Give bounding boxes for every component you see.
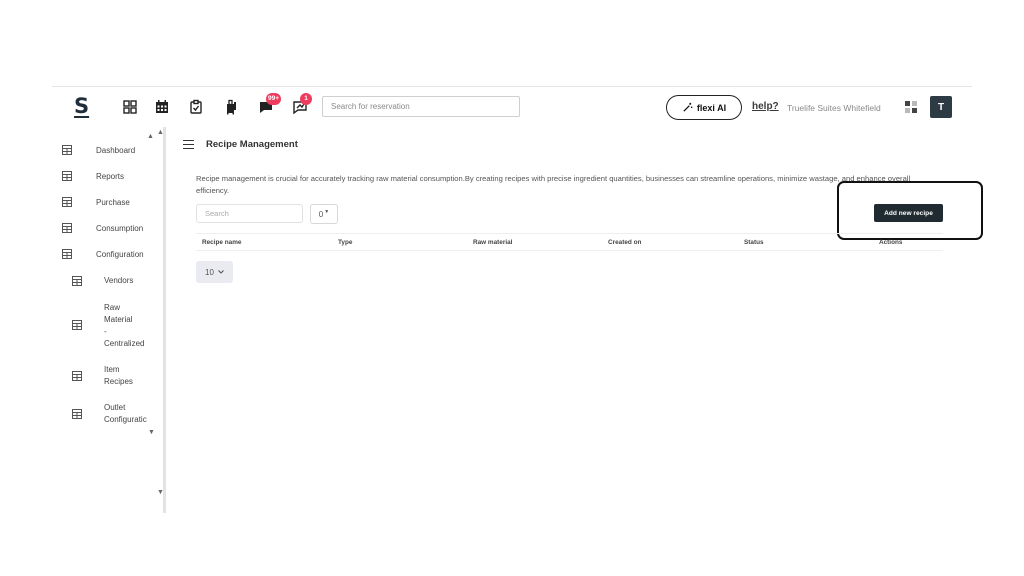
sidebar-item-label: Consumption xyxy=(96,224,144,233)
column-header-recipe-name[interactable]: Recipe name xyxy=(202,239,241,246)
chat-icon[interactable]: 99+ xyxy=(258,93,282,115)
page-size-select[interactable]: 10 xyxy=(196,261,233,283)
apps-grid-icon[interactable] xyxy=(122,99,138,115)
chat-badge: 99+ xyxy=(266,93,282,105)
outer-scroll-up-icon[interactable]: ▲ xyxy=(157,129,164,136)
property-name[interactable]: Truelife Suites Whitefield xyxy=(787,103,881,113)
flexi-ai-label: flexi AI xyxy=(696,102,727,113)
column-header-raw-material[interactable]: Raw material xyxy=(473,239,512,246)
flexi-ai-button[interactable]: flexi AI xyxy=(666,95,742,120)
table-header: Recipe name Type Raw material Created on… xyxy=(196,233,943,251)
scroll-up-icon[interactable]: ▲ xyxy=(147,133,154,140)
sidebar-subitem-label: Outlet xyxy=(104,403,126,412)
filter-count: 0 xyxy=(318,209,324,219)
notification-badge: 1 xyxy=(300,93,312,105)
table-icon xyxy=(62,145,72,155)
sidebar-subitem-label: Item xyxy=(104,365,120,374)
table-icon xyxy=(72,409,82,419)
sidebar-item-label: Configuration xyxy=(96,250,144,259)
chart-message-icon[interactable]: 1 xyxy=(292,93,312,115)
calendar-icon[interactable] xyxy=(154,99,170,115)
sidebar-subitem-label: Material xyxy=(104,315,133,324)
page-header: Recipe Management xyxy=(183,139,298,150)
outer-scroll-down-icon[interactable]: ▼ xyxy=(157,489,164,496)
column-header-status[interactable]: Status xyxy=(744,239,764,246)
sidebar-subitem-label: Raw xyxy=(104,303,121,312)
help-link[interactable]: help? xyxy=(752,101,779,112)
app-logo[interactable]: S xyxy=(74,94,89,118)
table-icon xyxy=(62,223,72,233)
luggage-icon[interactable] xyxy=(223,99,239,115)
dashboard-grid-icon[interactable] xyxy=(905,101,917,113)
table-icon xyxy=(62,197,72,207)
sidebar-subitem-label: Recipes xyxy=(104,377,133,386)
magic-wand-icon xyxy=(683,102,693,112)
reservation-search-input[interactable] xyxy=(322,96,520,117)
chevron-down-icon xyxy=(218,270,224,274)
caret-down-icon: ▼ xyxy=(324,209,330,215)
top-bar: S 99+ 1 flexi AI help? Truelife Suites W… xyxy=(52,86,972,126)
table-icon xyxy=(62,249,72,259)
add-new-recipe-button[interactable]: Add new recipe xyxy=(874,204,943,222)
sidebar-item-label: Reports xyxy=(96,172,125,181)
sidebar-subitem-label: Vendors xyxy=(104,276,134,285)
sidebar-item-label: Dashboard xyxy=(96,146,136,155)
column-header-created-on[interactable]: Created on xyxy=(608,239,641,246)
sidebar-item-label: Purchase xyxy=(96,198,130,207)
filter-dropdown[interactable]: 0 ▼ xyxy=(310,204,338,224)
recipe-search-input[interactable] xyxy=(196,204,303,223)
column-header-actions: Actions xyxy=(879,239,903,246)
page-title: Recipe Management xyxy=(206,139,298,150)
sidebar-subitem-label: Centralized xyxy=(104,339,145,348)
page-size-value: 10 xyxy=(205,267,214,277)
table-icon xyxy=(62,171,72,181)
sidebar-subitem-label: Configuratic xyxy=(104,415,147,424)
table-icon xyxy=(72,320,82,330)
clipboard-check-icon[interactable] xyxy=(188,99,204,115)
table-icon xyxy=(72,371,82,381)
page-description: Recipe management is crucial for accurat… xyxy=(196,174,911,195)
sidebar-subitem-label: - xyxy=(104,327,107,336)
menu-icon[interactable] xyxy=(183,140,194,149)
scroll-down-icon[interactable]: ▼ xyxy=(148,429,155,436)
column-header-type[interactable]: Type xyxy=(338,239,352,246)
user-avatar[interactable]: T xyxy=(930,96,952,118)
sidebar: ▲ ▲ Dashboard Reports Purchase Consumpti… xyxy=(52,127,166,513)
table-icon xyxy=(72,276,82,286)
